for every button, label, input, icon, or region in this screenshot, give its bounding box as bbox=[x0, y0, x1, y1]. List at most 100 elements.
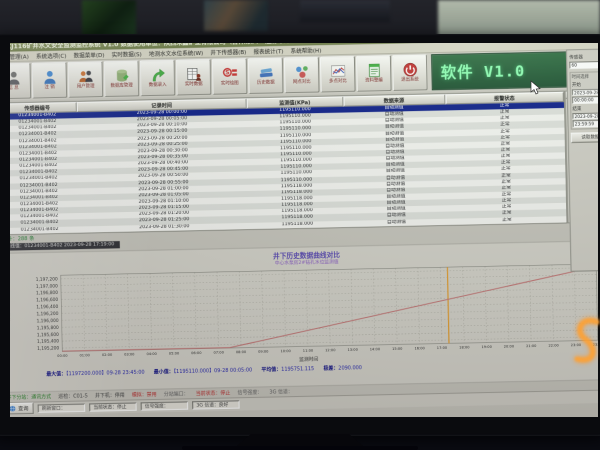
multi-compare-icon bbox=[330, 64, 346, 80]
toolbar-button-history-data[interactable]: 历史数据 bbox=[248, 57, 284, 94]
menu-item-6[interactable]: 报表统计(T) bbox=[253, 47, 283, 56]
svg-text:17:00: 17:00 bbox=[437, 346, 448, 350]
menu-item-2[interactable]: 数据菜单(D) bbox=[74, 50, 105, 59]
station-status-item: 井下机：停用 bbox=[95, 391, 125, 399]
plot-area: 监测值(KPa) 1,195,2001,195,4001,195,6001,19… bbox=[10, 260, 598, 364]
toolbar-buttons: 信 息注 销用户管理数据库管理数据录入实时数据S实时绘图历史数据网点对比多点对比… bbox=[10, 54, 428, 99]
info-icon bbox=[10, 70, 21, 86]
svg-text:1,197,200: 1,197,200 bbox=[36, 276, 58, 282]
history-table: 传感器编号记录时间监测值(KPa)数据来源报警状态 01234001-B4022… bbox=[10, 91, 568, 235]
history-data-icon bbox=[258, 65, 274, 81]
svg-text:19:00: 19:00 bbox=[481, 345, 492, 349]
sensor-select[interactable]: 60 bbox=[569, 61, 598, 69]
query-button[interactable]: 查询 bbox=[10, 403, 34, 415]
background-monitor-left bbox=[82, 0, 136, 37]
svg-text:10:00: 10:00 bbox=[280, 349, 291, 353]
query-panel: 传感器 60 时间选择 开始 2023-09-28 00:00:00 结束 20… bbox=[566, 48, 598, 271]
svg-text:01:00: 01:00 bbox=[80, 353, 91, 357]
svg-text:12:00: 12:00 bbox=[325, 348, 336, 352]
time-range-group: 时间选择 开始 2023-09-28 00:00:00 结束 2023-09-2… bbox=[569, 71, 598, 129]
svg-text:20:00: 20:00 bbox=[504, 344, 515, 348]
stat-item: 最小值：【1195110.000】09-28 00:05:00 bbox=[154, 366, 252, 375]
start-date-field[interactable]: 2023-09-28 bbox=[572, 88, 598, 95]
menu-item-7[interactable]: 系统帮助(H) bbox=[291, 46, 322, 55]
svg-text:14:00: 14:00 bbox=[370, 347, 381, 351]
screen: KJ116矿井水文安全监测监控系统 V1.0 数据使用单位：陕西朱鑫矿业有限公司… bbox=[10, 43, 598, 417]
time-group-title: 时间选择 bbox=[572, 73, 589, 79]
station-status-item: 3G 信道： bbox=[269, 388, 293, 396]
monitor: KJ116矿井水文安全监测监控系统 V1.0 数据使用单位：陕西朱鑫矿业有限公司… bbox=[0, 34, 600, 436]
svg-text:06:00: 06:00 bbox=[191, 351, 202, 355]
read-data-button[interactable]: 读取数据 bbox=[571, 131, 598, 142]
toolbar-button-logout[interactable]: 注 销 bbox=[32, 62, 68, 99]
station-status-item: 当前状态：停止 bbox=[196, 389, 231, 397]
toolbar-button-realtime-data[interactable]: 实时数据 bbox=[176, 59, 212, 96]
data-archive-icon bbox=[366, 63, 382, 79]
user-mgmt-icon bbox=[78, 69, 94, 85]
station-status-item: 井下分站：通讯方式 bbox=[10, 393, 51, 401]
toolbar-button-user-mgmt[interactable]: 用户管理 bbox=[68, 61, 104, 98]
svg-text:08:00: 08:00 bbox=[236, 350, 247, 354]
station-status-item: 分站端口： bbox=[164, 390, 189, 398]
svg-text:1,195,800: 1,195,800 bbox=[37, 325, 59, 331]
chart-panel: 井下历史数据曲线对比 中心水泵房2#钻孔水位监测值 监测值(KPa) 1,195… bbox=[10, 240, 598, 393]
site-compare-icon bbox=[294, 64, 310, 80]
db-mgmt-icon bbox=[114, 68, 130, 84]
svg-text:00:00: 00:00 bbox=[57, 354, 68, 358]
svg-text:07:00: 07:00 bbox=[213, 350, 224, 354]
bottom-fields: 刷新窗口：当前状态：停止信号强度：3G 信道：良好 bbox=[38, 400, 240, 412]
toolbar-button-db-mgmt[interactable]: 数据库管理 bbox=[104, 60, 140, 97]
toolbar-button-exit-system[interactable]: 退出系统 bbox=[392, 54, 428, 91]
end-date-field[interactable]: 2023-09-28 bbox=[572, 112, 598, 119]
marquee-text: 软件 V1.0 bbox=[440, 60, 525, 83]
statusbar-field: 刷新窗口： bbox=[38, 403, 86, 412]
toolbar-button-data-entry[interactable]: 数据录入 bbox=[140, 60, 176, 97]
station-status-item: 模拟：禁用 bbox=[132, 390, 157, 398]
menu-item-0[interactable]: 安全管理(A) bbox=[10, 52, 29, 61]
start-time-field[interactable]: 00:00:00 bbox=[572, 96, 598, 103]
toolbar-button-site-compare[interactable]: 网点对比 bbox=[284, 57, 320, 94]
end-time-field[interactable]: 23:59:59 bbox=[573, 120, 598, 127]
menu-item-4[interactable]: 地测水文水位系统(W) bbox=[149, 48, 203, 57]
photo-root: KJ116矿井水文安全监测监控系统 V1.0 数据使用单位：陕西朱鑫矿业有限公司… bbox=[0, 0, 600, 450]
history-chart[interactable]: 1,195,2001,195,4001,195,6001,195,8001,19… bbox=[10, 260, 598, 364]
svg-text:04:00: 04:00 bbox=[146, 352, 157, 356]
realtime-data-icon bbox=[186, 67, 202, 83]
monitor-stand-base bbox=[182, 446, 418, 450]
background-monitor-middle bbox=[204, 0, 268, 31]
toolbar-button-data-archive[interactable]: 资料整编 bbox=[356, 55, 392, 92]
data-entry-icon bbox=[150, 67, 166, 83]
toolbar-button-multi-compare[interactable]: 多点对比 bbox=[320, 56, 356, 93]
station-status-item: 巡检：C01-5 bbox=[58, 392, 88, 400]
svg-text:15:00: 15:00 bbox=[392, 347, 403, 351]
svg-text:1,196,600: 1,196,600 bbox=[36, 297, 58, 303]
stat-item: 平均值：1195751.115 bbox=[261, 364, 314, 372]
statusbar-field: 3G 信道：良好 bbox=[192, 400, 240, 409]
svg-text:1,197,000: 1,197,000 bbox=[36, 283, 58, 289]
menu-item-3[interactable]: 实时数据(S) bbox=[112, 50, 142, 59]
svg-text:11:00: 11:00 bbox=[303, 349, 314, 353]
station-status-item: 信号强度： bbox=[237, 388, 262, 396]
background-wall bbox=[300, 0, 390, 22]
app-window: KJ116矿井水文安全监测监控系统 V1.0 数据使用单位：陕西朱鑫矿业有限公司… bbox=[10, 43, 598, 417]
orange-glare-reflection bbox=[570, 314, 600, 376]
svg-text:1,195,200: 1,195,200 bbox=[37, 345, 59, 351]
globe-icon bbox=[10, 405, 16, 412]
svg-text:03:00: 03:00 bbox=[124, 352, 135, 356]
statusbar-field: 信号强度： bbox=[141, 401, 189, 410]
svg-text:1,196,800: 1,196,800 bbox=[36, 290, 58, 296]
stat-item: 极差：2090.000 bbox=[323, 363, 362, 371]
realtime-graph-icon: S bbox=[222, 66, 238, 82]
table-region: 传感器编号记录时间监测值(KPa)数据来源报警状态 01234001-B4022… bbox=[10, 90, 598, 235]
logout-icon bbox=[41, 70, 57, 86]
svg-text:1,195,600: 1,195,600 bbox=[37, 331, 59, 337]
toolbar-button-realtime-graph[interactable]: S实时绘图 bbox=[212, 58, 248, 95]
menu-item-1[interactable]: 系统选项(C) bbox=[36, 51, 67, 60]
end-label: 结束 bbox=[572, 105, 598, 112]
toolbar-button-info[interactable]: 信 息 bbox=[10, 63, 31, 100]
svg-text:18:00: 18:00 bbox=[459, 345, 470, 349]
sensor-label: 传感器 bbox=[569, 54, 598, 61]
menu-item-5[interactable]: 井下传感器(B) bbox=[210, 47, 246, 56]
svg-text:21:00: 21:00 bbox=[526, 344, 537, 348]
svg-text:09:00: 09:00 bbox=[258, 349, 269, 353]
